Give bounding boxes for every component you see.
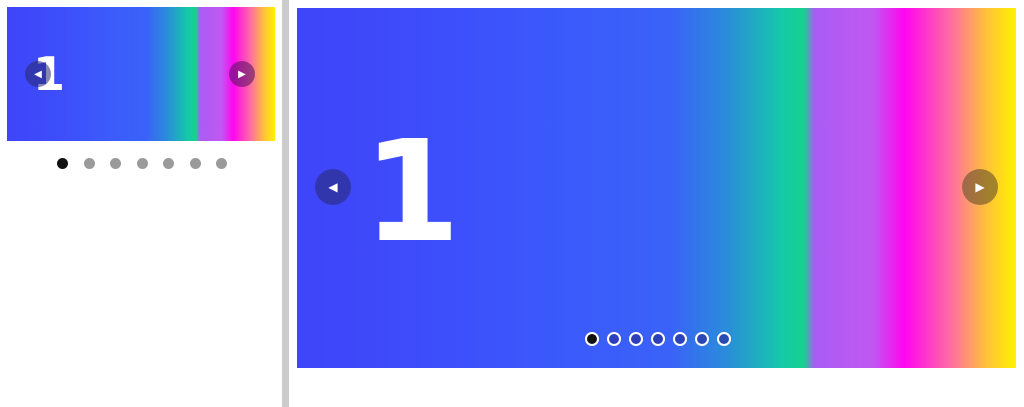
triangle-left-icon: ◀: [34, 68, 42, 80]
thumbnail-pagination-dot-1[interactable]: [57, 158, 68, 169]
panel-divider: [282, 0, 289, 407]
thumbnail-pagination-dot-7[interactable]: [216, 158, 227, 169]
main-pagination-dots: [585, 332, 731, 346]
thumbnail-pagination-dot-4[interactable]: [136, 158, 148, 169]
triangle-right-icon: ▶: [238, 68, 246, 80]
thumbnail-prev-button[interactable]: ◀: [25, 61, 51, 87]
thumbnail-pagination-dot-6[interactable]: [189, 158, 201, 169]
main-pagination-dot-7[interactable]: [717, 332, 731, 346]
thumbnail-pagination-dot-2[interactable]: [83, 158, 95, 169]
main-pagination-dot-6[interactable]: [695, 332, 709, 346]
triangle-right-icon: ▶: [975, 180, 985, 194]
thumbnail-pagination-dots: [57, 158, 227, 169]
main-pagination-dot-1[interactable]: [585, 332, 599, 346]
main-carousel-slide: 1 ◀ ▶: [297, 8, 1016, 368]
main-pagination-dot-3[interactable]: [629, 332, 643, 346]
triangle-left-icon: ◀: [328, 180, 338, 194]
main-next-button[interactable]: ▶: [962, 169, 998, 205]
main-slide-number: 1: [363, 111, 461, 274]
thumbnail-pagination-dot-3[interactable]: [110, 158, 121, 169]
thumbnail-pagination-dot-5[interactable]: [163, 158, 174, 169]
thumbnail-carousel-slide: 1 ◀ ▶: [7, 7, 275, 141]
thumbnail-next-button[interactable]: ▶: [229, 61, 255, 87]
main-prev-button[interactable]: ◀: [315, 169, 351, 205]
main-pagination-dot-5[interactable]: [673, 332, 687, 346]
main-pagination-dot-2[interactable]: [607, 332, 621, 346]
main-pagination-dot-4[interactable]: [651, 332, 665, 346]
